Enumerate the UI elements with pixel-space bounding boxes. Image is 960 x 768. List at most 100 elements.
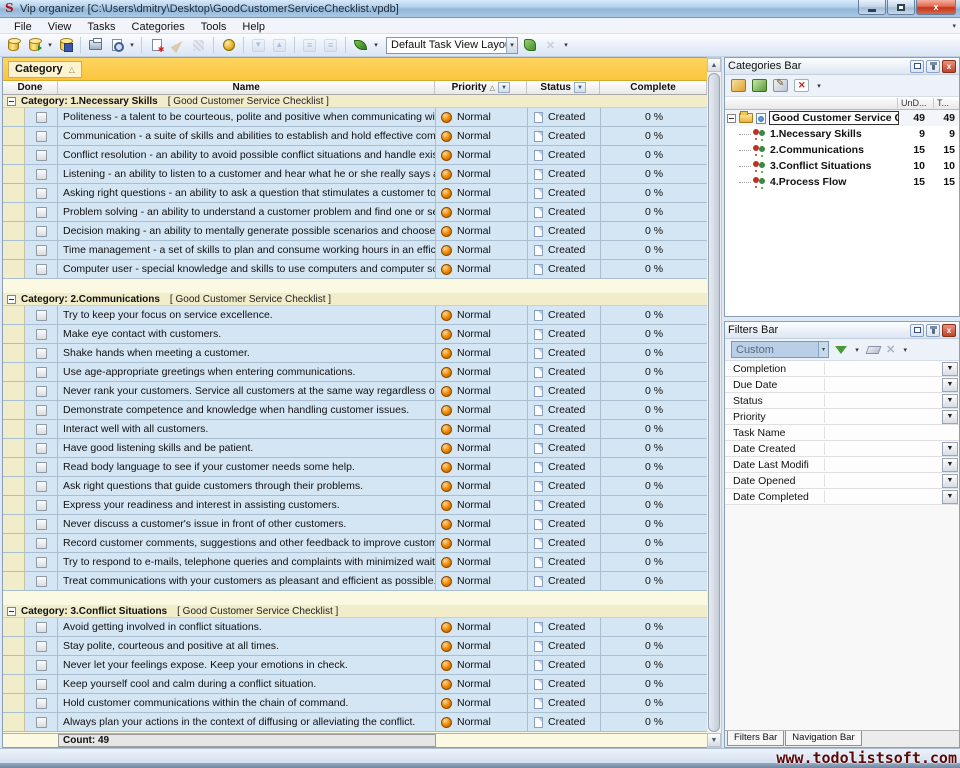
undone-column-header[interactable]: UnD... <box>897 98 933 108</box>
notes-dropdown[interactable]: ▾ <box>372 41 380 49</box>
category-group-header[interactable]: Category: 3.Conflict Situations[ Good Cu… <box>3 605 707 618</box>
tree-collapse-icon[interactable] <box>727 114 736 123</box>
filter-value-field[interactable] <box>825 377 942 392</box>
complete-task-button[interactable] <box>219 36 238 55</box>
task-row[interactable]: Shake hands when meeting a customer.Norm… <box>3 344 707 363</box>
done-checkbox[interactable] <box>36 405 47 416</box>
done-checkbox[interactable] <box>36 310 47 321</box>
done-checkbox[interactable] <box>36 169 47 180</box>
done-checkbox[interactable] <box>36 424 47 435</box>
filter-value-field[interactable] <box>825 489 942 504</box>
filter-value-field[interactable] <box>825 425 959 440</box>
filter-dropdown-button[interactable]: ▼ <box>942 394 958 408</box>
filters-toolbar-overflow-dropdown[interactable]: ▾ <box>901 346 909 354</box>
categories-restore-button[interactable] <box>910 60 924 73</box>
filters-restore-button[interactable] <box>910 324 924 337</box>
collapse-icon[interactable] <box>7 295 16 304</box>
total-column-header[interactable]: T... <box>933 98 959 108</box>
apply-filter-dropdown[interactable]: ▾ <box>853 346 861 354</box>
task-row[interactable]: Hold customer communications within the … <box>3 694 707 713</box>
filters-close-button[interactable]: x <box>942 324 956 337</box>
add-subcategory-icon[interactable] <box>752 79 767 92</box>
filter-value-field[interactable] <box>825 393 942 408</box>
layout-combobox-arrow-icon[interactable]: ▾ <box>506 38 517 53</box>
move-bottom-button[interactable] <box>300 36 319 55</box>
edit-task-button[interactable] <box>168 36 187 55</box>
scrollbar-thumb[interactable] <box>708 73 720 732</box>
menu-overflow-icon[interactable]: ▾ <box>952 22 956 30</box>
done-checkbox[interactable] <box>36 112 47 123</box>
tree-root-item[interactable]: Good Customer Service Checkl4949 <box>725 110 959 126</box>
done-checkbox[interactable] <box>36 188 47 199</box>
menu-file[interactable]: File <box>6 21 40 33</box>
delete-layout-button[interactable]: ✕ <box>541 36 560 55</box>
done-checkbox[interactable] <box>36 131 47 142</box>
menu-categories[interactable]: Categories <box>124 21 193 33</box>
done-checkbox[interactable] <box>36 679 47 690</box>
task-row[interactable]: Express your readiness and interest in a… <box>3 496 707 515</box>
tree-category-item[interactable]: 2.Communications1515 <box>725 142 959 158</box>
task-row[interactable]: Problem solving - an ability to understa… <box>3 203 707 222</box>
save-layout-button[interactable] <box>520 36 539 55</box>
task-row[interactable]: Demonstrate competence and knowledge whe… <box>3 401 707 420</box>
menu-help[interactable]: Help <box>234 21 273 33</box>
done-checkbox[interactable] <box>36 329 47 340</box>
filter-dropdown-button[interactable]: ▼ <box>942 442 958 456</box>
task-row[interactable]: Never discuss a customer's issue in fron… <box>3 515 707 534</box>
filter-dropdown-button[interactable]: ▼ <box>942 458 958 472</box>
done-checkbox[interactable] <box>36 698 47 709</box>
done-checkbox[interactable] <box>36 660 47 671</box>
toolbar-overflow-dropdown[interactable]: ▾ <box>562 41 570 49</box>
task-row[interactable]: Conflict resolution - an ability to avoi… <box>3 146 707 165</box>
done-checkbox[interactable] <box>36 462 47 473</box>
menu-tools[interactable]: Tools <box>193 21 235 33</box>
filter-preset-combobox[interactable]: Custom ▾ <box>731 341 829 358</box>
task-row[interactable]: Asking right questions - an ability to a… <box>3 184 707 203</box>
task-row[interactable]: Try to respond to e-mails, telephone que… <box>3 553 707 572</box>
task-row[interactable]: Use age-appropriate greetings when enter… <box>3 363 707 382</box>
filter-value-field[interactable] <box>825 409 942 424</box>
task-row[interactable]: Never rank your customers. Service all c… <box>3 382 707 401</box>
task-row[interactable]: Listening - an ability to listen to a cu… <box>3 165 707 184</box>
collapse-icon[interactable] <box>7 607 16 616</box>
edit-category-icon[interactable] <box>773 79 788 92</box>
delete-filter-icon[interactable]: ✕ <box>886 343 895 356</box>
maximize-button[interactable] <box>887 0 915 15</box>
main-vertical-scrollbar[interactable]: ▲ ▼ <box>707 57 722 748</box>
done-checkbox[interactable] <box>36 245 47 256</box>
scroll-up-button[interactable]: ▲ <box>707 58 721 72</box>
done-checkbox[interactable] <box>36 500 47 511</box>
category-group-header[interactable]: Category: 2.Communications[ Good Custome… <box>3 293 707 306</box>
move-top-button[interactable] <box>321 36 340 55</box>
print-overflow-dropdown[interactable]: ▾ <box>128 41 136 49</box>
task-row[interactable]: Time management - a set of skills to pla… <box>3 241 707 260</box>
notes-button[interactable] <box>351 36 370 55</box>
save-database-button[interactable] <box>56 36 75 55</box>
priority-filter-dropdown[interactable]: ▼ <box>498 82 510 93</box>
tree-category-item[interactable]: 3.Conflict Situations1010 <box>725 158 959 174</box>
layout-combobox[interactable]: Default Task View Layout ▾ <box>386 37 518 54</box>
categories-toolbar-overflow-dropdown[interactable]: ▾ <box>815 82 823 90</box>
task-row[interactable]: Treat communications with your customers… <box>3 572 707 591</box>
done-checkbox[interactable] <box>36 226 47 237</box>
collapse-icon[interactable] <box>7 97 16 106</box>
task-row[interactable]: Decision making - an ability to mentally… <box>3 222 707 241</box>
move-up-button[interactable] <box>270 36 289 55</box>
menu-view[interactable]: View <box>40 21 80 33</box>
column-header-status[interactable]: Status▼ <box>527 81 600 94</box>
task-row[interactable]: Stay polite, courteous and positive at a… <box>3 637 707 656</box>
column-header-name[interactable]: Name <box>58 81 435 94</box>
group-by-category-chip[interactable]: Category △ <box>8 61 82 78</box>
done-checkbox[interactable] <box>36 150 47 161</box>
clone-task-button[interactable] <box>189 36 208 55</box>
new-database-button[interactable] <box>4 36 23 55</box>
task-row[interactable]: Ask right questions that guide customers… <box>3 477 707 496</box>
filters-pin-button[interactable] <box>926 324 940 337</box>
done-checkbox[interactable] <box>36 641 47 652</box>
add-category-icon[interactable] <box>731 79 746 92</box>
done-checkbox[interactable] <box>36 622 47 633</box>
column-header-complete[interactable]: Complete <box>600 81 707 94</box>
done-checkbox[interactable] <box>36 348 47 359</box>
task-row[interactable]: Make eye contact with customers.NormalCr… <box>3 325 707 344</box>
task-row[interactable]: Never let your feelings expose. Keep you… <box>3 656 707 675</box>
